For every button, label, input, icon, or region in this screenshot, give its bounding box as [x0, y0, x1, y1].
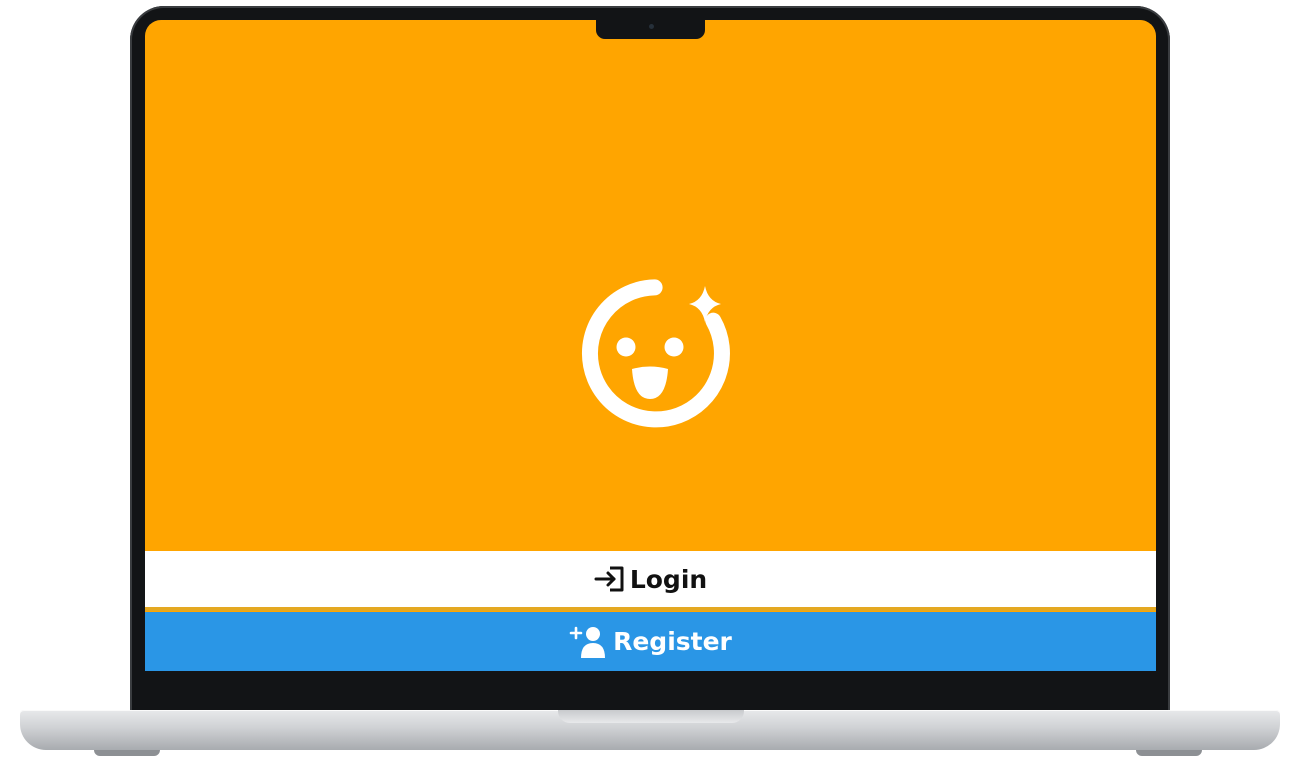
camera-notch — [596, 18, 705, 39]
laptop-foot-left — [94, 750, 160, 756]
screen-bezel-bottom — [132, 671, 1168, 711]
add-user-icon — [569, 625, 609, 659]
login-button[interactable]: Login — [145, 551, 1156, 611]
lid-opening-groove — [558, 710, 744, 723]
login-arrow-icon — [594, 564, 626, 594]
login-label: Login — [629, 564, 708, 594]
camera-icon — [648, 24, 654, 29]
app-logo — [565, 256, 755, 436]
device-frame: Login Register — [0, 0, 1296, 770]
laptop-foot-right — [1136, 750, 1202, 756]
register-button[interactable]: Register — [145, 612, 1156, 671]
app-screen: Login Register — [145, 20, 1156, 671]
register-label: Register — [613, 627, 732, 656]
laptop-base — [20, 710, 1280, 750]
smiley-sparkle-icon — [581, 279, 730, 428]
